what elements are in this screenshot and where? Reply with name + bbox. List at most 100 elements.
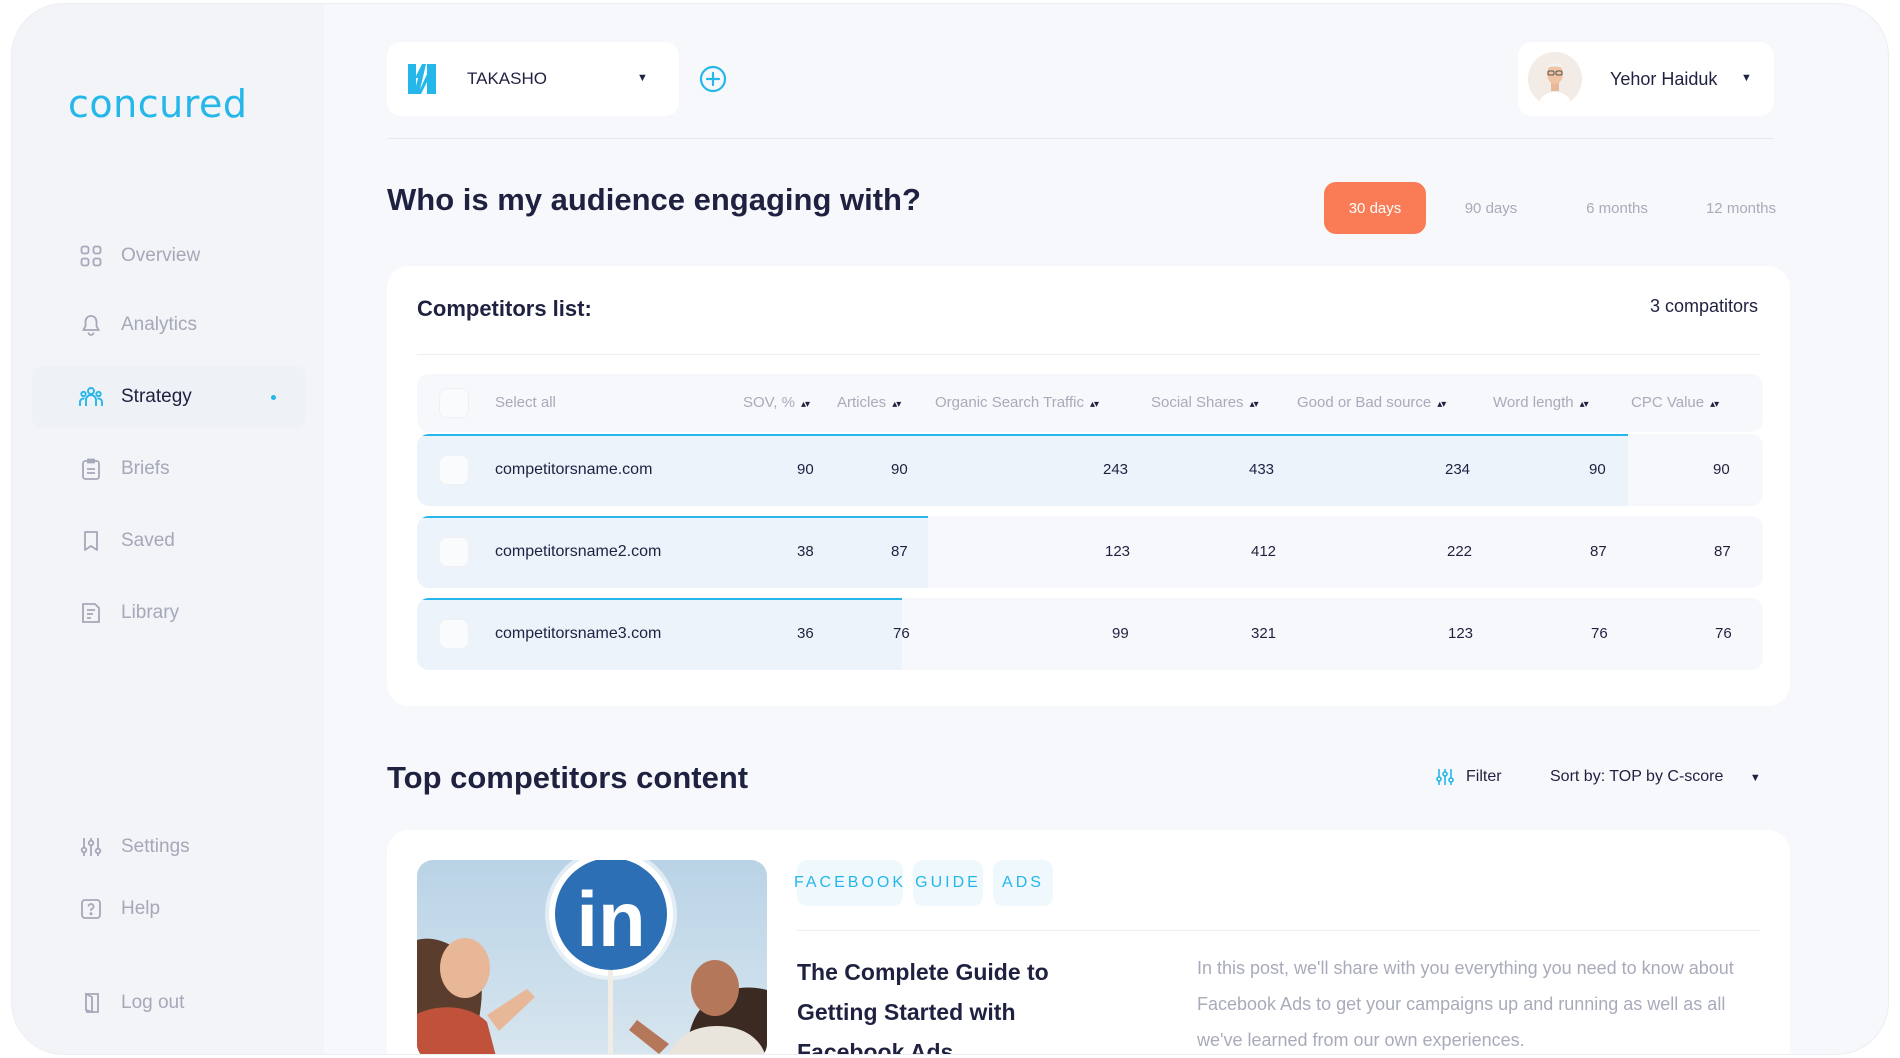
period-6-months[interactable]: 6 months [1554,182,1680,234]
sidebar-item-help[interactable]: Help [32,878,306,940]
social-shares-value: 321 [1251,625,1277,642]
tag-ads[interactable]: ADS [993,860,1053,906]
column-articles[interactable]: Articles ▴▾ [837,394,901,411]
period-12-months[interactable]: 12 months [1684,182,1798,234]
articles-value: 87 [891,543,908,560]
sov-value: 38 [797,543,814,560]
column-label: CPC Value [1631,394,1705,411]
row-checkbox[interactable] [439,455,469,485]
column-label: SOV, % [743,394,795,411]
select-all-label[interactable]: Select all [495,394,556,411]
competitor-name: competitorsname2.com [495,543,662,560]
header-divider [387,138,1774,139]
sort-label: Sort by: TOP by C-score [1550,768,1724,785]
tag-facebook[interactable]: FACEBOOK [794,860,903,906]
article-thumbnail[interactable]: in [417,860,767,1054]
add-workspace-button[interactable] [698,64,728,94]
document-icon [79,601,103,625]
sidebar-item-library[interactable]: Library [32,582,306,644]
sidebar-item-label: Overview [121,245,201,266]
competitors-count: 3 compatitors [1649,296,1758,316]
chevron-down-icon: ▼ [637,72,648,84]
workspace-selector[interactable]: TAKASHO ▼ [387,42,679,116]
column-label: Articles [837,394,887,411]
tag-guide[interactable]: GUIDE [913,860,983,906]
sort-icon: ▴▾ [1437,399,1446,410]
sliders-icon [79,835,103,859]
section-title: Top competitors content [387,760,749,795]
select-all-checkbox[interactable] [439,388,469,418]
social-shares-value: 433 [1249,461,1275,478]
grid-icon [79,244,103,268]
source-value: 234 [1445,461,1471,478]
period-30-days[interactable]: 30 days [1324,182,1426,234]
sov-value: 36 [797,625,814,642]
word-length-value: 90 [1589,461,1606,478]
sidebar-item-label: Settings [121,836,190,857]
clipboard-icon [79,457,103,481]
app-window: concured Overview Analytics Strategy Bri… [12,4,1888,1054]
filter-label: Filter [1466,768,1502,785]
word-length-value: 76 [1591,625,1608,642]
sidebar-item-label: Analytics [121,314,198,335]
cpc-value: 87 [1714,543,1731,560]
column-good-or-bad-source[interactable]: Good or Bad source ▴▾ [1297,394,1446,411]
sort-dropdown[interactable]: Sort by: TOP by C-score ▼ [1550,768,1761,786]
sidebar-item-saved[interactable]: Saved [32,510,306,572]
sidebar-item-logout[interactable]: Log out [32,972,306,1034]
content-card[interactable]: in FACEBOOK GUIDE ADS The Complete Guide… [387,830,1790,1054]
social-shares-value: 412 [1251,543,1277,560]
table-row[interactable]: competitorsname3.com 36 76 99 321 123 76… [417,598,1763,670]
sort-icon: ▴▾ [800,399,810,410]
sidebar-item-briefs[interactable]: Briefs [32,438,306,500]
filter-icon [1436,769,1454,785]
users-icon [79,385,103,409]
article-title[interactable]: The Complete Guide to Getting Started wi… [797,952,1117,1054]
content-divider [797,930,1760,931]
column-sov[interactable]: SOV, % ▴▾ [743,394,810,411]
table-row[interactable]: competitorsname2.com 38 87 123 412 222 8… [417,516,1763,588]
table-row[interactable]: competitorsname.com 90 90 243 433 234 90… [417,434,1763,506]
sidebar-item-overview[interactable]: Overview [32,225,306,287]
concured-logo[interactable]: concured [68,82,248,126]
card-divider [417,354,1760,355]
period-90-days[interactable]: 90 days [1434,182,1548,234]
column-word-length[interactable]: Word length ▴▾ [1493,394,1589,411]
sidebar-item-label: Strategy [121,386,192,407]
competitor-name: competitorsname.com [495,461,653,478]
articles-value: 76 [893,625,910,642]
column-social-shares[interactable]: Social Shares ▴▾ [1151,394,1259,411]
page-title: Who is my audience engaging with? [387,182,921,217]
column-label: Organic Search Traffic [935,394,1084,411]
filter-button[interactable]: Filter [1436,768,1502,786]
articles-value: 90 [891,461,908,478]
sidebar-item-label: Briefs [121,458,170,479]
organic-traffic-value: 243 [1103,461,1129,478]
column-label: Word length [1493,394,1574,411]
table-header: Select all SOV, % ▴▾ Articles ▴▾ Organic S… [417,374,1763,432]
sidebar-item-analytics[interactable]: Analytics [32,294,306,356]
column-cpc-value[interactable]: CPC Value ▴▾ [1631,394,1719,411]
sidebar-item-strategy[interactable]: Strategy [32,366,306,428]
article-description: In this post, we'll share with you every… [1197,958,1734,1050]
sidebar-item-settings[interactable]: Settings [32,816,306,878]
row-checkbox[interactable] [439,537,469,567]
word-length-value: 87 [1590,543,1607,560]
sort-icon: ▴▾ [1710,399,1719,410]
competitors-card: Competitors list: 3 compatitors Select a… [387,266,1790,706]
thumbnail-badge: in [576,875,645,963]
workspace-name: TAKASHO [467,69,547,88]
column-label: Social Shares [1151,394,1244,411]
logout-icon [79,991,103,1015]
avatar [1528,52,1582,106]
main-content: TAKASHO ▼ Yehor Haiduk ▼ Who is my audie… [324,4,1888,1054]
workspace-logo-icon [408,64,436,94]
user-menu[interactable]: Yehor Haiduk ▼ [1518,42,1774,116]
row-checkbox[interactable] [439,619,469,649]
bell-icon [79,313,103,337]
column-organic-search-traffic[interactable]: Organic Search Traffic ▴▾ [935,394,1099,411]
sidebar-item-label: Log out [121,992,185,1013]
sov-bar [417,516,929,588]
sort-icon: ▴▾ [1249,399,1259,410]
column-label: Good or Bad source [1297,394,1432,411]
